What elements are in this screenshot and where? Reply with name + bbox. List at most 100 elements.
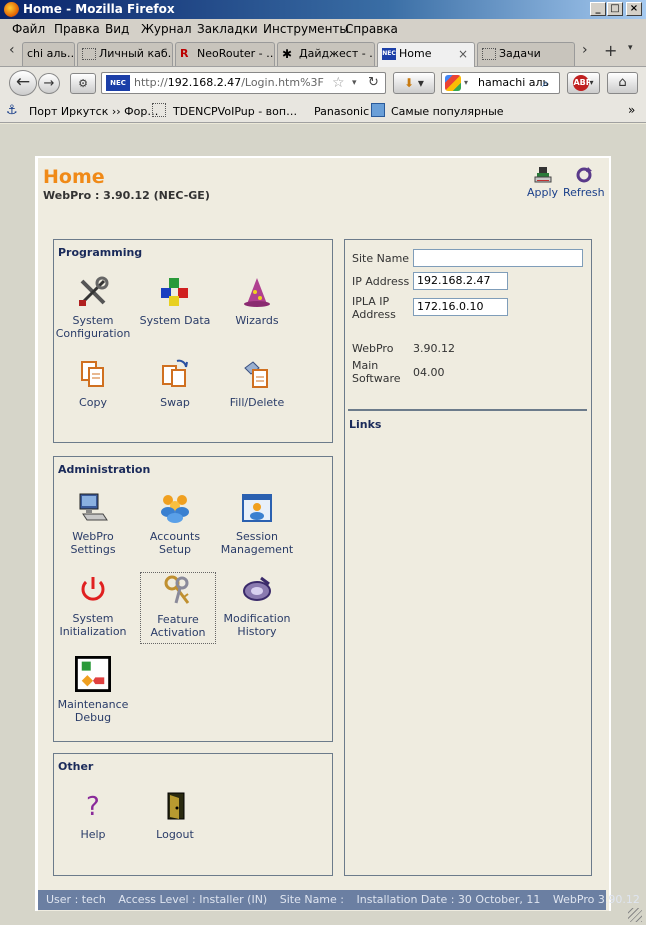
main-software-value: 04.00 (413, 366, 445, 379)
system-data-icon (161, 278, 188, 306)
resize-grip[interactable] (628, 908, 642, 922)
search-input[interactable]: hamachi аль (478, 73, 549, 93)
close-tab-icon[interactable]: × (458, 43, 468, 65)
system-configuration-item[interactable]: System Configuration (55, 276, 131, 340)
keys-icon (164, 575, 190, 604)
page-icon (152, 103, 166, 117)
maintenance-debug-icon (75, 656, 111, 692)
bookmark-port-irkutsk[interactable]: Порт Иркутск ›› Фор… (29, 105, 158, 118)
refresh-button[interactable]: Refresh (563, 166, 605, 199)
administration-title: Administration (58, 463, 151, 476)
tab-neorouter[interactable]: R NeoRouter - … (175, 42, 275, 66)
computer-icon (79, 493, 108, 521)
menu-bookmarks[interactable]: Закладки (197, 22, 258, 36)
tab-label: chi аль… (27, 47, 75, 60)
ipla-ip-address-label: IPLA IP Address (352, 295, 396, 321)
feature-activation-item[interactable]: Feature Activation (140, 572, 216, 644)
tab-personal-cabinet[interactable]: Личный каб… (77, 42, 173, 66)
search-icon[interactable]: ⌕ (542, 73, 549, 93)
accounts-setup-item[interactable]: Accounts Setup (137, 492, 213, 556)
firefox-icon (4, 2, 19, 17)
new-tab-icon[interactable]: + (604, 41, 617, 60)
tools-icon (79, 276, 109, 306)
tab-digest[interactable]: ✱ Дайджест - … (277, 42, 375, 66)
copy-item[interactable]: Copy (55, 358, 131, 409)
webpro-version-label: WebPro (352, 342, 394, 355)
tab-scroll-right-icon[interactable]: › (582, 42, 588, 58)
back-button[interactable]: ← (9, 70, 37, 96)
tab-hamachi[interactable]: chi аль… (22, 42, 75, 66)
page-icon (82, 48, 96, 60)
ipla-ip-address-field[interactable]: 172.16.0.10 (413, 298, 508, 316)
menu-edit[interactable]: Правка (54, 22, 100, 36)
item-label: Feature Activation (150, 613, 206, 639)
maximize-button[interactable]: □ (607, 2, 623, 16)
main-software-label: Main Software (352, 359, 401, 385)
google-icon[interactable] (445, 75, 461, 91)
history-icon (243, 576, 271, 601)
item-label: Logout (156, 828, 194, 841)
tab-tasks[interactable]: Задачи (477, 42, 575, 66)
menu-tools[interactable]: Инструменты (263, 22, 349, 36)
site-identity-icon[interactable]: NEC (106, 75, 130, 91)
logout-item[interactable]: Logout (137, 790, 213, 841)
minimize-button[interactable]: _ (590, 2, 606, 16)
search-engine-dropdown-icon[interactable]: ▾ (464, 73, 468, 93)
wizards-item[interactable]: Wizards (219, 276, 295, 327)
menu-view[interactable]: Вид (105, 22, 129, 36)
power-icon (81, 577, 105, 601)
bookmark-tdencpvoipup[interactable]: TDENCPVoIPup - воп… (173, 105, 297, 118)
links-divider (348, 409, 587, 411)
window-title: Home - Mozilla Firefox (23, 2, 175, 16)
bookmark-panasonic[interactable]: Panasonic (314, 105, 369, 118)
apply-label: Apply (527, 186, 559, 199)
info-panel (344, 239, 592, 876)
forward-button[interactable]: → (38, 73, 60, 94)
ip-address-label: IP Address (352, 275, 410, 288)
tab-list-icon[interactable]: ▾ (628, 43, 633, 53)
tab-home[interactable]: NEC Home × (377, 42, 475, 67)
adblock-button[interactable]: ABP▾ (567, 72, 600, 94)
webpro-settings-item[interactable]: WebPro Settings (55, 492, 131, 556)
close-window-button[interactable]: × (626, 2, 642, 16)
tab-scroll-left-icon[interactable]: ‹ (9, 42, 15, 58)
bookmark-star-icon[interactable]: ☆ (332, 73, 345, 93)
page-title: Home (43, 166, 105, 188)
status-bar: User : tech Access Level : Installer (IN… (38, 890, 640, 910)
home-button[interactable]: ⌂ (607, 72, 638, 94)
addon-icon[interactable]: ⚙ (70, 73, 96, 94)
users-icon (161, 495, 189, 523)
swap-item[interactable]: Swap (137, 358, 213, 409)
url-bar[interactable]: NEC http://192.168.2.47/Login.htm%3Fse… … (101, 72, 386, 94)
menu-help[interactable]: Справка (345, 22, 398, 36)
menu-file[interactable]: Файл (12, 22, 45, 36)
status-access-level: Access Level : Installer (IN) (118, 893, 268, 906)
ip-address-field[interactable]: 192.168.2.47 (413, 272, 508, 290)
reload-icon[interactable]: ↻ (368, 73, 379, 93)
refresh-label: Refresh (563, 186, 605, 199)
nec-icon: NEC (382, 48, 396, 60)
status-version: WebPro 3.90.12 (552, 893, 640, 906)
search-bar[interactable]: ▾ hamachi аль ⌕ (441, 72, 560, 94)
help-item[interactable]: ? Help (55, 790, 131, 841)
bookmark-most-popular[interactable]: Самые популярные (391, 105, 504, 118)
help-icon: ? (86, 792, 100, 822)
maintenance-debug-item[interactable]: Maintenance Debug (55, 656, 131, 724)
modification-history-item[interactable]: Modification History (219, 574, 295, 638)
bookmarks-overflow-icon[interactable]: » (628, 103, 635, 117)
site-name-field[interactable] (413, 249, 583, 267)
url-history-dropdown-icon[interactable]: ▾ (352, 73, 357, 93)
apply-button[interactable]: Apply (527, 166, 558, 199)
session-management-item[interactable]: Session Management (219, 492, 295, 556)
download-button[interactable]: ⬇ ▾ (393, 72, 435, 94)
tab-label: Home (399, 47, 432, 60)
system-data-item[interactable]: System Data (137, 276, 213, 327)
status-site-name: Site Name : (279, 893, 344, 906)
menu-history[interactable]: Журнал (141, 22, 192, 36)
item-label: Modification History (223, 612, 291, 638)
item-label: System Configuration (55, 314, 131, 340)
item-label: System Data (139, 314, 211, 327)
system-initialization-item[interactable]: System Initialization (55, 574, 131, 638)
item-label: Copy (79, 396, 107, 409)
fill-delete-item[interactable]: Fill/Delete (219, 358, 295, 409)
